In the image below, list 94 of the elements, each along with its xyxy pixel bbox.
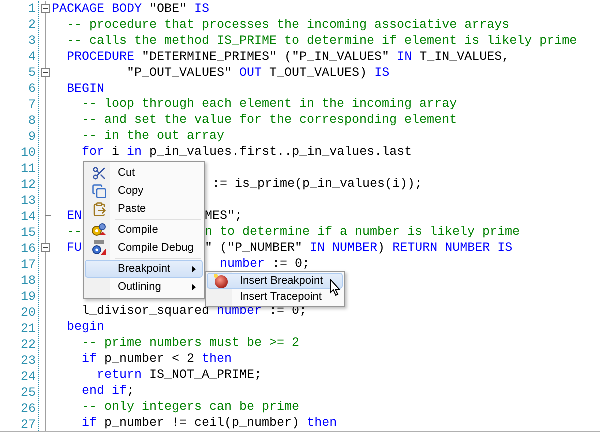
- line-number: 20: [20, 305, 37, 321]
- code-keyword: IS: [374, 66, 390, 79]
- code-keyword: in: [127, 146, 142, 158]
- line-number: 23: [20, 353, 37, 369]
- code-comment: --: [66, 226, 82, 238]
- code-text: " ("P_NUMBER": [205, 242, 304, 254]
- code-text: "DETERMINE_PRIMES" ("P_IN_VALUES": [141, 50, 391, 63]
- code-comment: -- in the out array: [81, 130, 225, 142]
- menu-item[interactable]: Compile: [85, 221, 203, 239]
- mouse-cursor-icon: [330, 279, 342, 297]
- line-number: 16: [20, 241, 37, 257]
- line-number: 4: [27, 49, 37, 65]
- code-keyword: if: [81, 416, 98, 429]
- line-number: 9: [27, 129, 37, 145]
- line-number: 24: [20, 369, 37, 385]
- line-number: 19: [20, 289, 37, 305]
- code-comment: -- calls the method IS_PRIME to determine if element is likely prime: [66, 34, 578, 47]
- code-comment: -- prime numbers must be >= 2: [81, 337, 300, 350]
- code-text: IS_NOT_A_PRIME;: [148, 369, 262, 382]
- code-keyword: end if: [81, 385, 128, 398]
- collapse-icon[interactable]: [41, 4, 50, 14]
- code-keyword: BEGIN: [66, 82, 105, 95]
- line-number: 13: [20, 193, 37, 209]
- line-number: 8: [27, 113, 37, 129]
- code-keyword: number: [217, 305, 262, 318]
- line-number: 7: [27, 97, 37, 113]
- code-keyword: then: [307, 416, 338, 429]
- code-keyword: begin: [66, 321, 105, 334]
- line-number: 25: [20, 385, 37, 401]
- code-text: T_OUT_VALUES): [268, 66, 368, 79]
- code-text: := 0;: [272, 258, 310, 270]
- code-keyword: IN: [397, 50, 412, 63]
- code-comment: -- and set the value for the corresponding element: [81, 114, 458, 126]
- code-keyword: IN NUMBER: [310, 242, 378, 254]
- gears-icon: [91, 222, 107, 238]
- code-text: p_in_values.first..p_in_values.last: [148, 146, 412, 158]
- line-number: 5: [27, 65, 37, 81]
- code-keyword: FU: [66, 242, 82, 254]
- code-keyword: return: [96, 369, 142, 382]
- line-number: 27: [20, 417, 37, 433]
- line-number: 18: [20, 273, 37, 289]
- code-keyword: number: [219, 258, 266, 270]
- menu-item[interactable]: Copy: [85, 182, 203, 200]
- menu-item[interactable]: Insert Breakpoint: [207, 273, 343, 289]
- line-number: 6: [27, 81, 37, 97]
- code-comment: -- procedure that processes the incoming associative arrays: [66, 18, 510, 31]
- line-number: 22: [20, 337, 37, 353]
- collapse-icon[interactable]: [41, 68, 50, 78]
- debug-gears-icon: [91, 240, 107, 256]
- line-number: 21: [20, 321, 37, 337]
- copy-icon: [92, 184, 106, 198]
- line-number: 11: [20, 161, 37, 177]
- line-number: 1: [27, 1, 37, 17]
- code-comment: n to determine if a number is likely prime: [205, 226, 520, 238]
- menu-item[interactable]: Breakpoint: [85, 260, 203, 278]
- menu-item[interactable]: Cut: [85, 164, 203, 182]
- clipboard-icon: [92, 202, 106, 216]
- code-keyword: IS: [194, 2, 210, 15]
- code-keyword: PACKAGE BODY: [52, 2, 142, 15]
- code-text: p_number < 2: [104, 353, 196, 366]
- line-number: 15: [20, 225, 37, 241]
- code-text: ): [378, 242, 386, 254]
- line-number: 2: [27, 17, 37, 33]
- line-number: 10: [20, 145, 37, 161]
- menu-item[interactable]: Compile Debug: [85, 239, 203, 257]
- line-number: 14: [20, 209, 37, 225]
- code-keyword: PROCEDURE: [66, 50, 135, 63]
- ball-icon: [213, 273, 229, 289]
- code-text: := is_prime(p_in_values(i));: [212, 178, 423, 190]
- code-keyword: then: [202, 353, 232, 366]
- code-keyword: for: [81, 146, 105, 158]
- code-text: MES";: [205, 210, 243, 222]
- code-comment: -- only integers can be prime: [81, 401, 300, 413]
- line-number: 17: [20, 257, 37, 273]
- code-text: "OBE": [148, 2, 188, 15]
- menu-item[interactable]: Outlining: [85, 278, 203, 296]
- line-number: 12: [20, 177, 37, 193]
- scissors-icon: [92, 166, 106, 180]
- code-keyword: if: [81, 353, 98, 366]
- code-text: "P_OUT_VALUES": [126, 66, 234, 79]
- code-comment: -- loop through each element in the incoming array: [81, 98, 458, 110]
- code-text: i: [111, 146, 121, 158]
- code-text: p_number != ceil(p_number): [104, 416, 301, 429]
- code-keyword: RETURN NUMBER IS: [392, 242, 513, 254]
- code-text: T_IN_VALUES,: [418, 50, 510, 63]
- line-number: 3: [27, 33, 37, 49]
- code-text: ;: [127, 385, 135, 398]
- collapse-icon[interactable]: [41, 243, 50, 252]
- code-keyword: OUT: [240, 66, 262, 79]
- code-keyword: EN: [66, 210, 82, 222]
- code-text: l_divisor_squared: [81, 305, 211, 318]
- line-number: 26: [20, 401, 37, 417]
- menu-item[interactable]: Paste: [85, 200, 203, 218]
- menu-item[interactable]: Insert Tracepoint: [207, 289, 343, 305]
